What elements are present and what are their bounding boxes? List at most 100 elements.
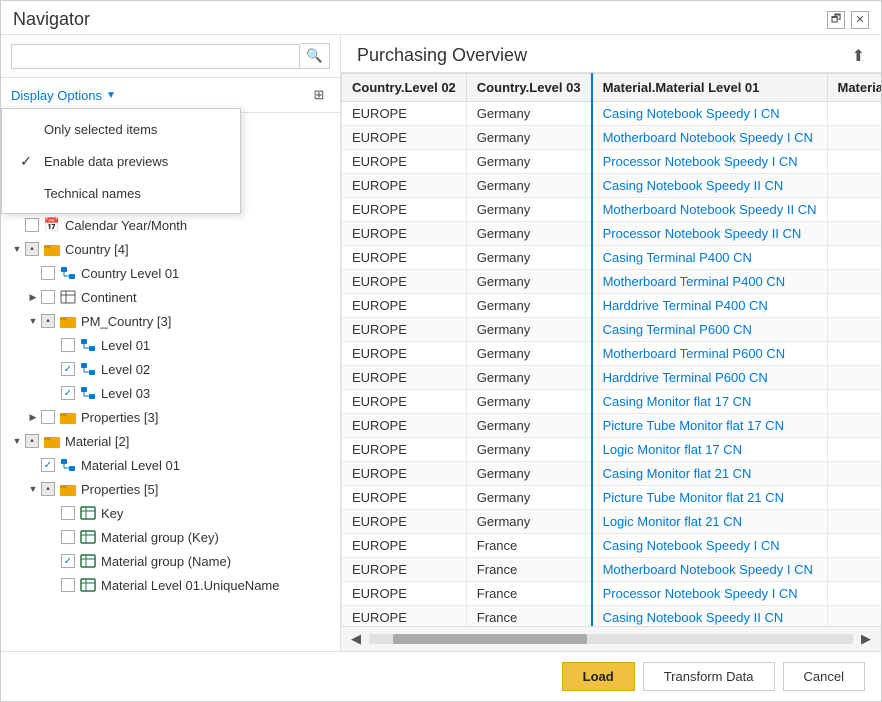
tree-node: ▼ ▪ Country [4] <box>1 237 340 261</box>
load-button[interactable]: Load <box>562 662 635 691</box>
node-checkbox[interactable]: ▪ <box>25 242 39 256</box>
table-row: EUROPEGermanyCasing Monitor flat 17 CN <box>342 390 882 414</box>
display-options-label[interactable]: Display Options <box>11 88 102 103</box>
horizontal-scrollbar[interactable]: ◀ ▶ <box>341 626 881 651</box>
transform-data-button[interactable]: Transform Data <box>643 662 775 691</box>
display-options-arrow[interactable]: ▼ <box>106 90 116 101</box>
table-cell: EUROPE <box>342 222 467 246</box>
scroll-track[interactable] <box>369 634 853 644</box>
node-checkbox[interactable] <box>61 338 75 352</box>
left-panel: 🔍 Display Options ▼ ⊞ Only selected item… <box>1 35 341 651</box>
expand-btn[interactable]: ▼ <box>9 241 25 257</box>
node-checkbox[interactable]: ✓ <box>61 386 75 400</box>
search-button[interactable]: 🔍 <box>300 43 330 69</box>
node-checkbox[interactable]: ▪ <box>41 314 55 328</box>
data-table-wrapper[interactable]: Country.Level 02 Country.Level 03 Materi… <box>341 73 881 626</box>
table-cell: Germany <box>466 150 591 174</box>
table-cell: Harddrive Terminal P400 CN <box>592 294 827 318</box>
only-selected-check <box>18 121 34 137</box>
table-row: EUROPEGermanyPicture Tube Monitor flat 2… <box>342 486 882 510</box>
expand-btn[interactable]: ▼ <box>25 481 41 497</box>
table-cell: Germany <box>466 270 591 294</box>
table-cell: EUROPE <box>342 462 467 486</box>
table-cell: Processor Notebook Speedy II CN <box>592 222 827 246</box>
node-checkbox[interactable] <box>61 506 75 520</box>
table-cell: Casing Terminal P600 CN <box>592 318 827 342</box>
table-row: EUROPEGermanyLogic Monitor flat 17 CN <box>342 438 882 462</box>
search-input[interactable] <box>11 44 300 69</box>
node-checkbox[interactable]: ✓ <box>41 458 55 472</box>
table-cell: Germany <box>466 462 591 486</box>
table-cell: France <box>466 606 591 627</box>
table-cell <box>827 582 881 606</box>
node-checkbox[interactable] <box>41 290 55 304</box>
expand-btn[interactable]: ▶ <box>25 409 41 425</box>
table-row: EUROPEGermanyLogic Monitor flat 21 CN <box>342 510 882 534</box>
table-cell: Germany <box>466 366 591 390</box>
hierarchy-icon <box>79 336 97 354</box>
footer: Load Transform Data Cancel <box>1 651 881 701</box>
scroll-thumb[interactable] <box>393 634 587 644</box>
expand-btn[interactable]: ▶ <box>25 289 41 305</box>
node-checkbox[interactable]: ✓ <box>61 554 75 568</box>
node-checkbox[interactable] <box>61 530 75 544</box>
table-row: EUROPEGermanyCasing Terminal P600 CN <box>342 318 882 342</box>
table-cell: Processor Notebook Speedy I CN <box>592 150 827 174</box>
table-cell: Germany <box>466 390 591 414</box>
table-cell: EUROPE <box>342 414 467 438</box>
node-label: Material Level 01 <box>81 458 180 473</box>
hierarchy-icon <box>59 456 77 474</box>
table-cell: Casing Monitor flat 21 CN <box>592 462 827 486</box>
scroll-right-arrow[interactable]: ▶ <box>855 629 877 649</box>
folder-icon <box>43 240 61 258</box>
cancel-button[interactable]: Cancel <box>783 662 865 691</box>
dropdown-item-only-selected[interactable]: Only selected items <box>2 113 240 145</box>
table-cell: Germany <box>466 198 591 222</box>
table-cell: Germany <box>466 414 591 438</box>
node-label: Material Level 01.UniqueName <box>101 578 279 593</box>
node-checkbox[interactable]: ▪ <box>41 482 55 496</box>
scroll-left-arrow[interactable]: ◀ <box>345 629 367 649</box>
table-cell <box>827 510 881 534</box>
tree-node: Country Level 01 <box>1 261 340 285</box>
expand-btn <box>45 553 61 569</box>
table-row: EUROPEGermanyHarddrive Terminal P400 CN <box>342 294 882 318</box>
expand-btn[interactable]: ▼ <box>9 433 25 449</box>
col-header-country-level-02: Country.Level 02 <box>342 74 467 102</box>
table-cell <box>827 126 881 150</box>
node-checkbox[interactable] <box>41 266 55 280</box>
tree-node: ✓ Material group (Name) <box>1 549 340 573</box>
col-header-material-level-01: Material.Material Level 01 <box>592 74 827 102</box>
close-button[interactable]: ✕ <box>851 11 869 29</box>
node-checkbox[interactable]: ✓ <box>61 362 75 376</box>
col-header-material: Materia... <box>827 74 881 102</box>
tree-node: Key <box>1 501 340 525</box>
folder-icon <box>59 480 77 498</box>
node-checkbox[interactable] <box>61 578 75 592</box>
table-cell: EUROPE <box>342 270 467 294</box>
table-cell: Casing Notebook Speedy I CN <box>592 102 827 126</box>
table-cell <box>827 174 881 198</box>
table-cell: Motherboard Terminal P600 CN <box>592 342 827 366</box>
table-cell: Germany <box>466 318 591 342</box>
table-cell: Logic Monitor flat 17 CN <box>592 438 827 462</box>
expand-btn[interactable]: ▼ <box>25 313 41 329</box>
table-cell: Germany <box>466 126 591 150</box>
view-icon-button[interactable]: ⊞ <box>308 84 330 106</box>
node-checkbox[interactable]: ▪ <box>25 434 39 448</box>
node-checkbox[interactable] <box>25 218 39 232</box>
dropdown-item-enable-previews[interactable]: ✓ Enable data previews <box>2 145 240 177</box>
table-icon <box>79 576 97 594</box>
restore-button[interactable]: 🗗 <box>827 11 845 29</box>
node-checkbox[interactable] <box>41 410 55 424</box>
dropdown-item-technical-names[interactable]: Technical names <box>2 177 240 209</box>
node-label: Properties [5] <box>81 482 158 497</box>
table-row: EUROPEGermanyPicture Tube Monitor flat 1… <box>342 414 882 438</box>
table-row: EUROPEGermanyMotherboard Terminal P400 C… <box>342 270 882 294</box>
search-bar: 🔍 <box>1 35 340 78</box>
table-cell <box>827 270 881 294</box>
table-cell: Casing Notebook Speedy I CN <box>592 534 827 558</box>
table-cell: EUROPE <box>342 390 467 414</box>
table-cell: Casing Notebook Speedy II CN <box>592 174 827 198</box>
export-icon[interactable]: ⬆ <box>852 46 865 66</box>
